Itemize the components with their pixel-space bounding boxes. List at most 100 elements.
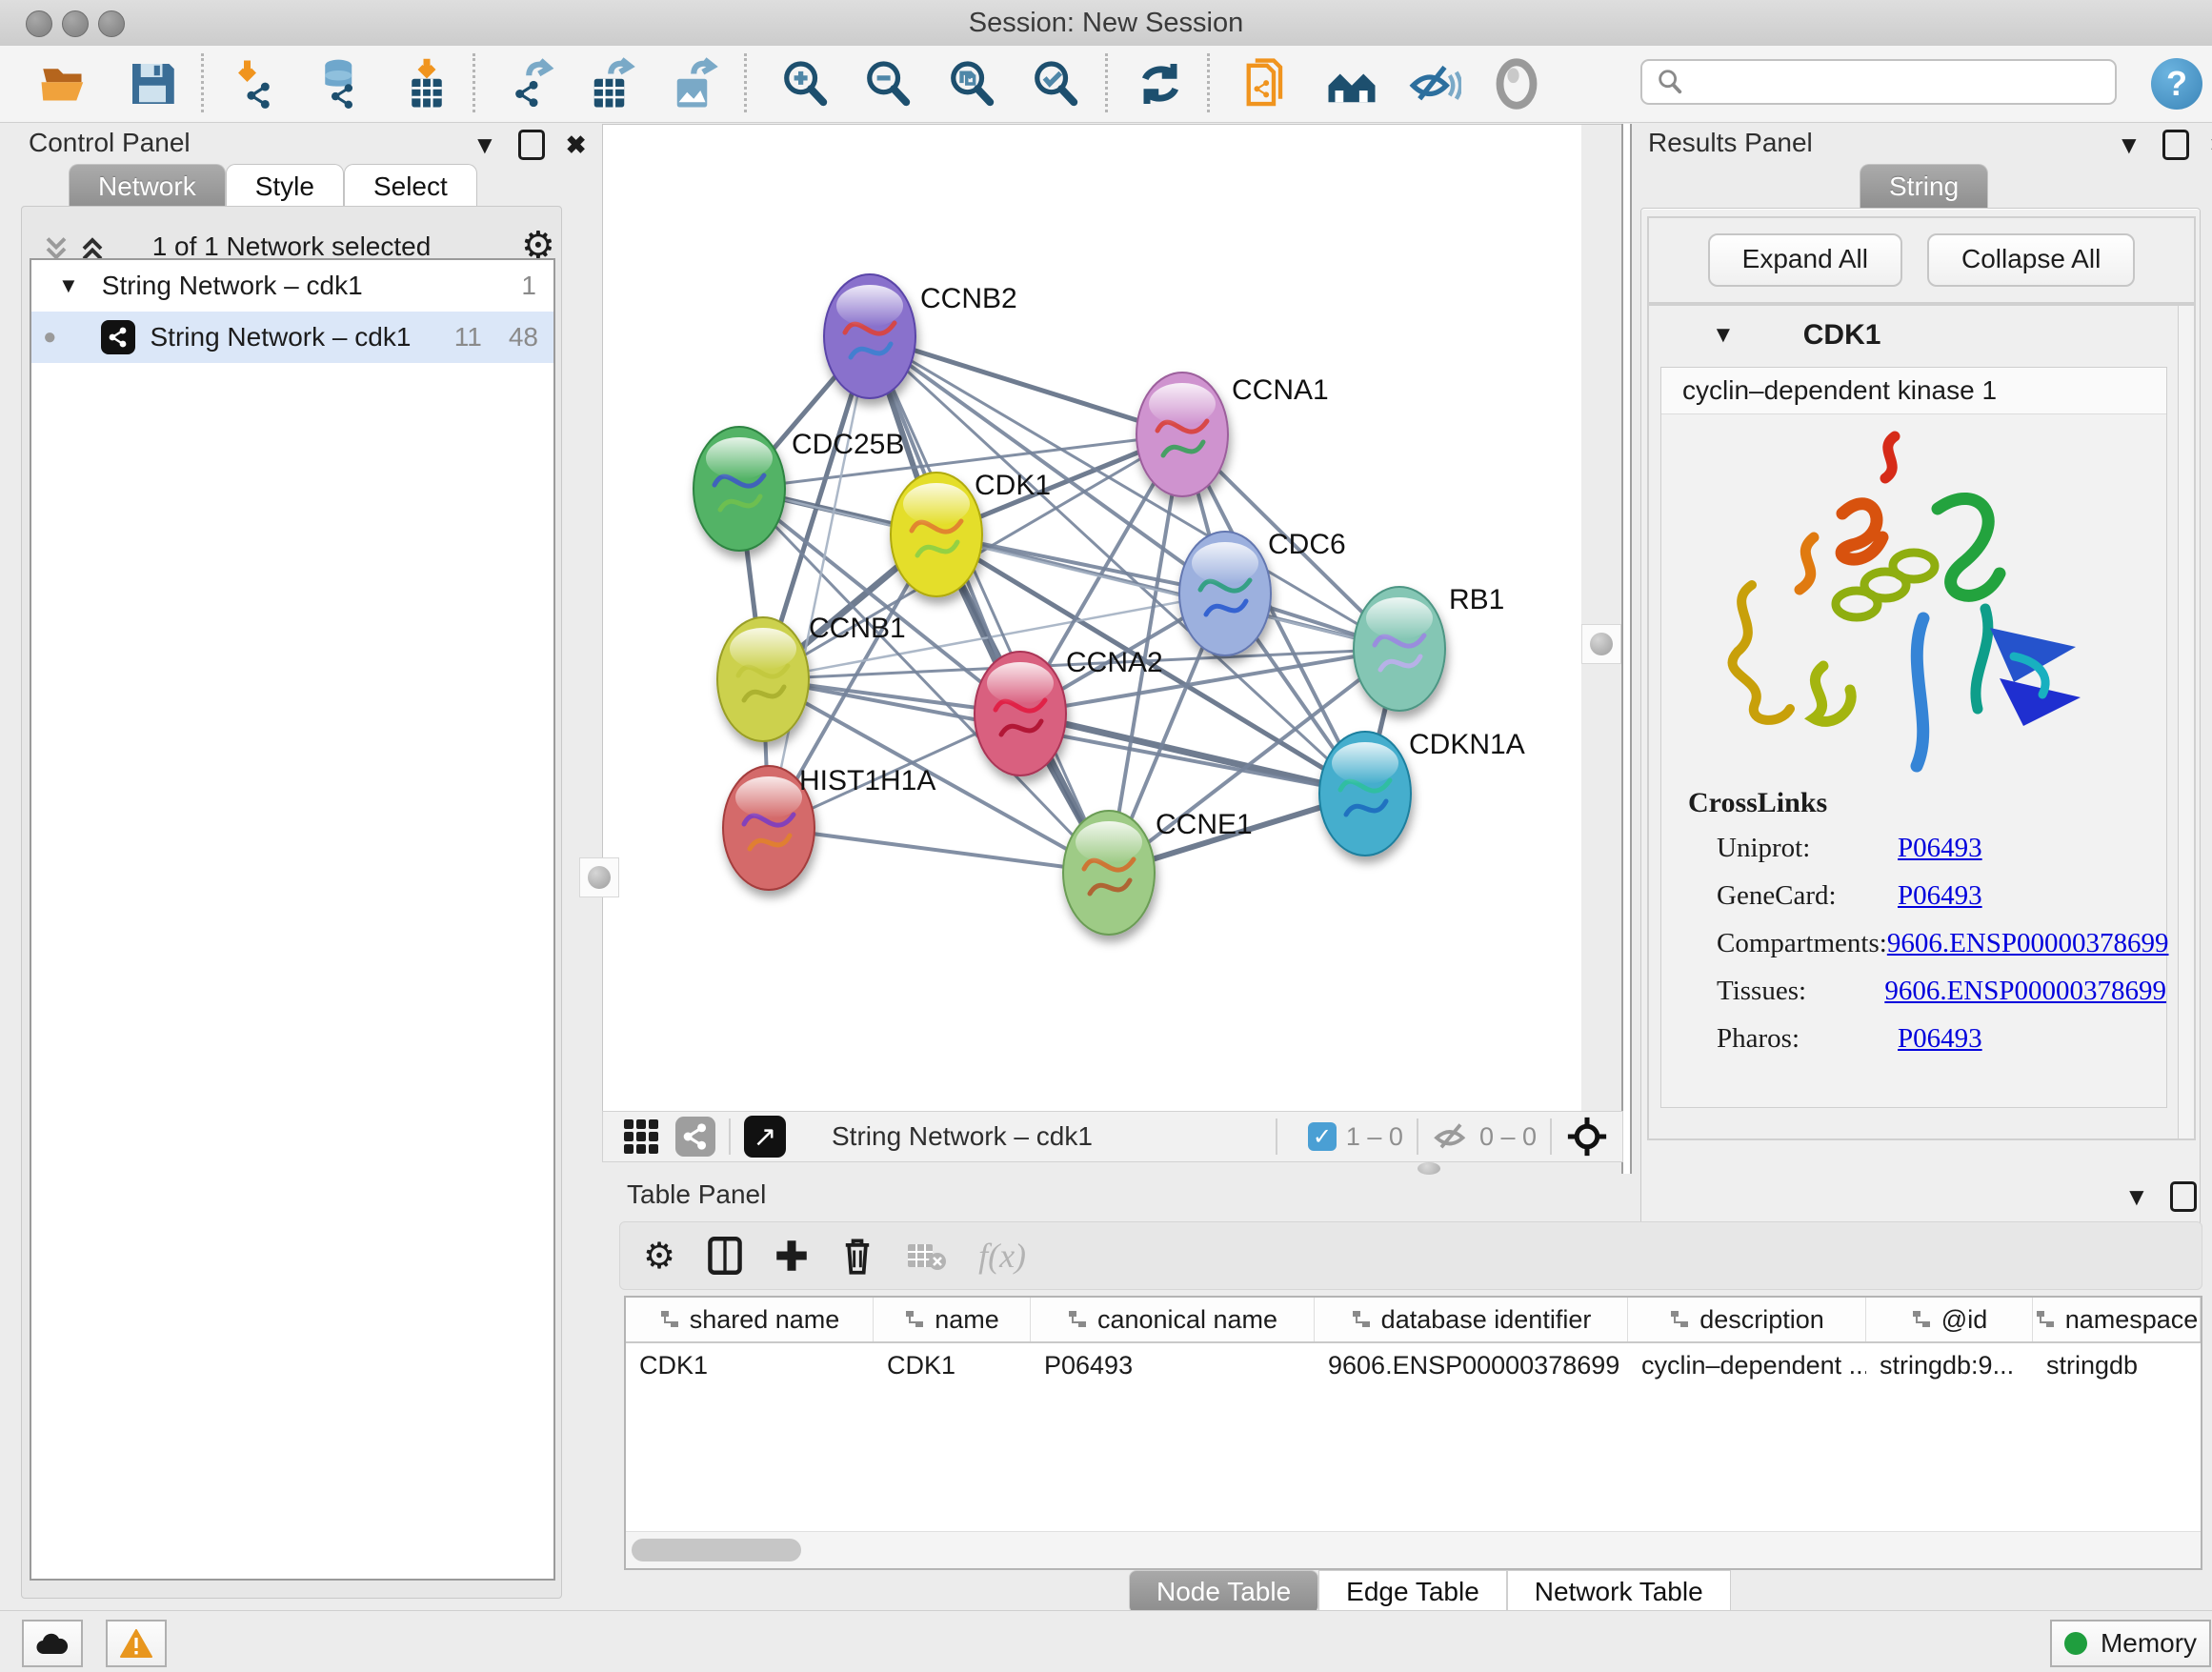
network-node-CCNA1[interactable]: CCNA1 bbox=[1136, 373, 1329, 496]
column-header-database-identifier[interactable]: database identifier bbox=[1315, 1298, 1628, 1341]
table-cell[interactable]: stringdb bbox=[2033, 1343, 2201, 1387]
hidden-eye-icon[interactable] bbox=[1432, 1118, 1470, 1156]
warning-status-button[interactable] bbox=[106, 1620, 167, 1667]
delete-table-icon[interactable] bbox=[906, 1239, 946, 1272]
home-icon[interactable] bbox=[1325, 57, 1378, 111]
open-in-window-icon[interactable]: ↗ bbox=[744, 1116, 786, 1158]
column-header-@id[interactable]: @id bbox=[1866, 1298, 2033, 1341]
table-cell[interactable]: stringdb:9... bbox=[1866, 1343, 2033, 1387]
network-node-CCNB2[interactable]: CCNB2 bbox=[824, 274, 1017, 398]
memory-button[interactable]: Memory bbox=[2050, 1620, 2211, 1667]
zoom-in-icon[interactable] bbox=[778, 57, 832, 111]
panel-float-icon[interactable] bbox=[2170, 1181, 2197, 1212]
panel-menu-icon[interactable]: ▼ bbox=[2117, 131, 2142, 160]
table-cell[interactable]: 9606.ENSP00000378699 bbox=[1315, 1343, 1628, 1387]
table-cell[interactable]: P06493 bbox=[1031, 1343, 1315, 1387]
help-button[interactable]: ? bbox=[2151, 58, 2202, 110]
string-share-icon[interactable] bbox=[675, 1117, 715, 1157]
network-node-RB1[interactable]: RB1 bbox=[1354, 584, 1504, 711]
refresh-icon[interactable] bbox=[1134, 57, 1187, 111]
export-image-icon[interactable] bbox=[669, 57, 722, 111]
column-header-namespace[interactable]: namespace bbox=[2033, 1298, 2201, 1341]
network-node-CCNE1[interactable]: CCNE1 bbox=[1063, 809, 1253, 935]
zoom-selected-icon[interactable] bbox=[1029, 57, 1082, 111]
cdk1-section-header[interactable]: ▼ CDK1 bbox=[1649, 306, 2194, 365]
function-builder-icon[interactable]: f(x) bbox=[978, 1236, 1026, 1276]
collection-expander-icon[interactable]: ▼ bbox=[58, 273, 79, 298]
network-collection-row[interactable]: ▼ String Network – cdk1 1 bbox=[31, 260, 553, 312]
tab-edge-table[interactable]: Edge Table bbox=[1318, 1570, 1507, 1614]
search-input[interactable] bbox=[1684, 67, 2088, 98]
node-label: CDC25B bbox=[792, 429, 904, 460]
export-table-icon[interactable] bbox=[586, 57, 639, 111]
tab-network[interactable]: Network bbox=[69, 164, 226, 209]
network-row-selected[interactable]: ● String Network – cdk1 11 48 bbox=[31, 312, 553, 363]
table-cell[interactable]: CDK1 bbox=[874, 1343, 1031, 1387]
network-edge[interactable] bbox=[870, 336, 1182, 434]
column-header-label: namespace bbox=[2065, 1305, 2199, 1335]
zoom-fit-icon[interactable] bbox=[945, 57, 998, 111]
search-field[interactable] bbox=[1640, 59, 2117, 105]
collapse-all-button[interactable]: Collapse All bbox=[1927, 233, 2135, 287]
fit-selected-crosshair-icon[interactable] bbox=[1565, 1115, 1609, 1158]
cloud-status-button[interactable] bbox=[22, 1620, 83, 1667]
tab-string[interactable]: String bbox=[1860, 164, 1988, 209]
panel-menu-icon[interactable]: ▼ bbox=[473, 131, 497, 160]
network-node-CDK1[interactable]: CDK1 bbox=[891, 470, 1051, 596]
tab-node-table[interactable]: Node Table bbox=[1129, 1570, 1318, 1614]
table-options-gear-icon[interactable]: ⚙ bbox=[643, 1235, 675, 1278]
tab-network-table[interactable]: Network Table bbox=[1507, 1570, 1731, 1614]
column-header-name[interactable]: name bbox=[874, 1298, 1031, 1341]
network-graph[interactable]: CCNB2CCNA1CDC25BCDK1CDC6RB1CCNB1CCNA2CDK… bbox=[603, 125, 1582, 1112]
section-expander-icon[interactable]: ▼ bbox=[1712, 322, 1735, 349]
tab-style[interactable]: Style bbox=[226, 164, 344, 209]
delete-column-icon[interactable] bbox=[841, 1237, 874, 1275]
table-cell[interactable]: cyclin–dependent ... bbox=[1628, 1343, 1866, 1387]
scrollbar-thumb[interactable] bbox=[632, 1539, 801, 1561]
network-edge[interactable] bbox=[1020, 714, 1365, 794]
string-import-icon[interactable] bbox=[1240, 57, 1294, 111]
network-node-CDC6[interactable]: CDC6 bbox=[1179, 529, 1346, 655]
tab-select[interactable]: Select bbox=[344, 164, 477, 209]
selected-checkbox-icon[interactable]: ✓ bbox=[1308, 1122, 1337, 1151]
export-network-icon[interactable] bbox=[504, 57, 557, 111]
column-header-description[interactable]: description bbox=[1628, 1298, 1866, 1341]
network-node-CDC25B[interactable]: CDC25B bbox=[694, 427, 904, 551]
panel-menu-icon[interactable]: ▼ bbox=[2124, 1182, 2149, 1212]
panel-close-icon[interactable]: ✖ bbox=[566, 131, 587, 160]
crosslink-link[interactable]: P06493 bbox=[1898, 833, 1982, 864]
expand-all-button[interactable]: Expand All bbox=[1708, 233, 1902, 287]
crosslink-link[interactable]: 9606.ENSP00000378699 bbox=[1884, 976, 2166, 1007]
save-session-icon[interactable] bbox=[126, 57, 179, 111]
column-header-canonical-name[interactable]: canonical name bbox=[1031, 1298, 1315, 1341]
table-row[interactable]: CDK1CDK1P064939606.ENSP00000378699cyclin… bbox=[626, 1343, 2201, 1387]
panel-float-icon[interactable] bbox=[518, 130, 545, 160]
table-cell[interactable]: CDK1 bbox=[626, 1343, 874, 1387]
add-column-icon[interactable] bbox=[774, 1239, 809, 1273]
cdk1-section-body: cyclin–dependent kinase 1 bbox=[1660, 367, 2167, 1108]
crosslink-link[interactable]: P06493 bbox=[1898, 880, 1982, 912]
show-columns-icon[interactable] bbox=[708, 1237, 742, 1275]
show-panel-eye-icon[interactable] bbox=[1490, 57, 1543, 111]
import-network-database-icon[interactable] bbox=[313, 57, 367, 111]
node-table[interactable]: shared namenamecanonical namedatabase id… bbox=[624, 1296, 2202, 1570]
hide-panel-eye-icon[interactable] bbox=[1408, 57, 1461, 111]
splitter-grip-left[interactable] bbox=[579, 857, 619, 897]
import-table-icon[interactable] bbox=[400, 57, 453, 111]
crosslink-link[interactable]: 9606.ENSP00000378699 bbox=[1887, 928, 2169, 959]
string-results-box: Expand All Collapse All ▼ CDK1 cyclin–de… bbox=[1640, 208, 2201, 1261]
import-network-file-icon[interactable] bbox=[231, 57, 284, 111]
zoom-out-icon[interactable] bbox=[861, 57, 915, 111]
panel-float-icon[interactable] bbox=[2162, 130, 2189, 160]
results-scrollbar[interactable] bbox=[2178, 306, 2194, 1138]
network-canvas[interactable]: CCNB2CCNA1CDC25BCDK1CDC6RB1CCNB1CCNA2CDK… bbox=[602, 124, 1583, 1113]
network-node-CDKN1A[interactable]: CDKN1A bbox=[1319, 729, 1525, 856]
crosslink-link[interactable]: P06493 bbox=[1898, 1023, 1982, 1055]
splitter-grip[interactable] bbox=[1581, 624, 1621, 664]
open-session-icon[interactable] bbox=[38, 57, 91, 111]
column-header-shared-name[interactable]: shared name bbox=[626, 1298, 874, 1341]
table-hscrollbar[interactable] bbox=[626, 1531, 2201, 1568]
network-node-HIST1H1A[interactable]: HIST1H1A bbox=[723, 765, 935, 890]
birdseye-grid-icon[interactable] bbox=[624, 1119, 658, 1154]
network-edge[interactable] bbox=[769, 828, 1109, 873]
